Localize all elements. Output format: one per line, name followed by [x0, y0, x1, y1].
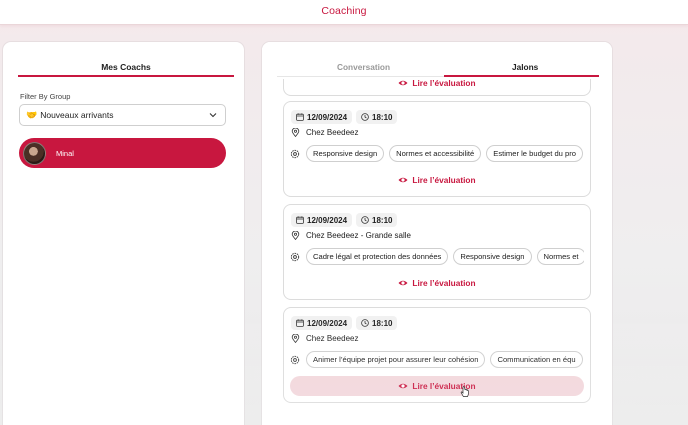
- clock-icon: [361, 319, 369, 327]
- group-filter-select[interactable]: 🤝 Nouveaux arrivants: [19, 104, 226, 126]
- tab-conversation[interactable]: Conversation: [337, 62, 390, 72]
- date-text: 12/09/2024: [307, 215, 348, 225]
- skill-tag: Responsive design: [453, 248, 532, 265]
- milestone-card: 12/09/2024 18:10 Chez Beedeez Responsive…: [283, 101, 591, 197]
- time-text: 18:10: [372, 215, 393, 225]
- skill-tag: Estimer le budget du pro: [486, 145, 583, 162]
- coaches-panel: Mes Coachs Filter By Group 🤝 Nouveaux ar…: [3, 42, 244, 425]
- tab-jalons[interactable]: Jalons: [512, 62, 538, 72]
- group-filter-value: Nouveaux arrivants: [40, 110, 114, 120]
- avatar: [23, 141, 46, 165]
- skill-tags: Cadre légal et protection des données Re…: [306, 248, 584, 265]
- location-text: Chez Beedeez: [306, 128, 359, 137]
- coaches-title-underline: [18, 75, 234, 77]
- skill-tag: Normes et: [536, 248, 584, 265]
- time-text: 18:10: [372, 112, 393, 122]
- read-evaluation-button[interactable]: Lire l’évaluation: [290, 170, 584, 190]
- gear-icon: [290, 252, 300, 261]
- skill-tags: Animer l’équipe projet pour assurer leur…: [306, 351, 583, 368]
- tab-bar: Conversation Jalons: [262, 42, 612, 79]
- calendar-icon: [296, 319, 304, 327]
- hand-cursor-icon: [460, 386, 469, 397]
- gear-icon: [290, 355, 300, 364]
- eye-icon: [398, 280, 408, 286]
- date-chip: 12/09/2024: [291, 110, 353, 124]
- skill-tag: Cadre légal et protection des données: [306, 248, 449, 265]
- gear-icon: [290, 149, 300, 158]
- coach-item-minal[interactable]: Minal: [19, 138, 226, 168]
- date-chip: 12/09/2024: [291, 316, 353, 330]
- skill-tag: Normes et accessibilité: [389, 145, 482, 162]
- skills-row: Responsive design Normes et accessibilit…: [290, 145, 584, 162]
- read-evaluation-button[interactable]: Lire l’évaluation: [290, 273, 584, 293]
- location-text: Chez Beedeez - Grande salle: [306, 231, 411, 240]
- date-text: 12/09/2024: [307, 112, 348, 122]
- top-bar: Coaching: [0, 0, 688, 25]
- active-tab-underline: [444, 75, 599, 77]
- calendar-icon: [296, 216, 304, 224]
- date-text: 12/09/2024: [307, 318, 348, 328]
- read-evaluation-button[interactable]: Lire l’évaluation: [290, 376, 584, 396]
- read-evaluation-label: Lire l’évaluation: [412, 175, 476, 185]
- location-pin-icon: [291, 334, 300, 343]
- calendar-icon: [296, 113, 304, 121]
- page-title: Coaching: [321, 5, 367, 17]
- clock-icon: [361, 113, 369, 121]
- skill-tag: Animer l’équipe projet pour assurer leur…: [306, 351, 486, 368]
- location: Chez Beedeez: [291, 334, 358, 343]
- coach-name: Minal: [56, 148, 74, 158]
- read-evaluation-label: Lire l’évaluation: [412, 78, 476, 88]
- eye-icon: [398, 383, 408, 389]
- milestone-card: 12/09/2024 18:10 Chez Beedeez - Grande s…: [283, 204, 591, 300]
- skill-tag: Communication en équ: [490, 351, 583, 368]
- eye-icon: [398, 80, 408, 86]
- tab-divider: [277, 76, 444, 77]
- time-text: 18:10: [372, 318, 393, 328]
- location-pin-icon: [291, 128, 300, 137]
- date-chip: 12/09/2024: [291, 213, 353, 227]
- time-chip: 18:10: [356, 110, 398, 124]
- location-pin-icon: [291, 231, 300, 240]
- skills-row: Animer l’équipe projet pour assurer leur…: [290, 351, 584, 368]
- handshake-icon: 🤝: [26, 109, 38, 120]
- location-text: Chez Beedeez: [306, 334, 359, 343]
- time-chip: 18:10: [356, 213, 398, 227]
- read-evaluation-label: Lire l’évaluation: [412, 278, 476, 288]
- eye-icon: [398, 177, 408, 183]
- milestone-card: 12/09/2024 18:10 Chez Beedeez Animer l’é…: [283, 307, 591, 403]
- location: Chez Beedeez - Grande salle: [291, 231, 411, 240]
- time-chip: 18:10: [356, 316, 398, 330]
- coaches-title: Mes Coachs: [101, 62, 151, 72]
- chevron-down-icon: [209, 113, 217, 118]
- skill-tag: Responsive design: [306, 145, 385, 162]
- skill-tags: Responsive design Normes et accessibilit…: [306, 145, 583, 162]
- milestones-panel: Lire l’évaluation Conversation Jalons 12…: [262, 42, 612, 425]
- skills-row: Cadre légal et protection des données Re…: [290, 248, 584, 265]
- location: Chez Beedeez: [291, 128, 358, 137]
- filter-label: Filter By Group: [20, 92, 71, 101]
- clock-icon: [361, 216, 369, 224]
